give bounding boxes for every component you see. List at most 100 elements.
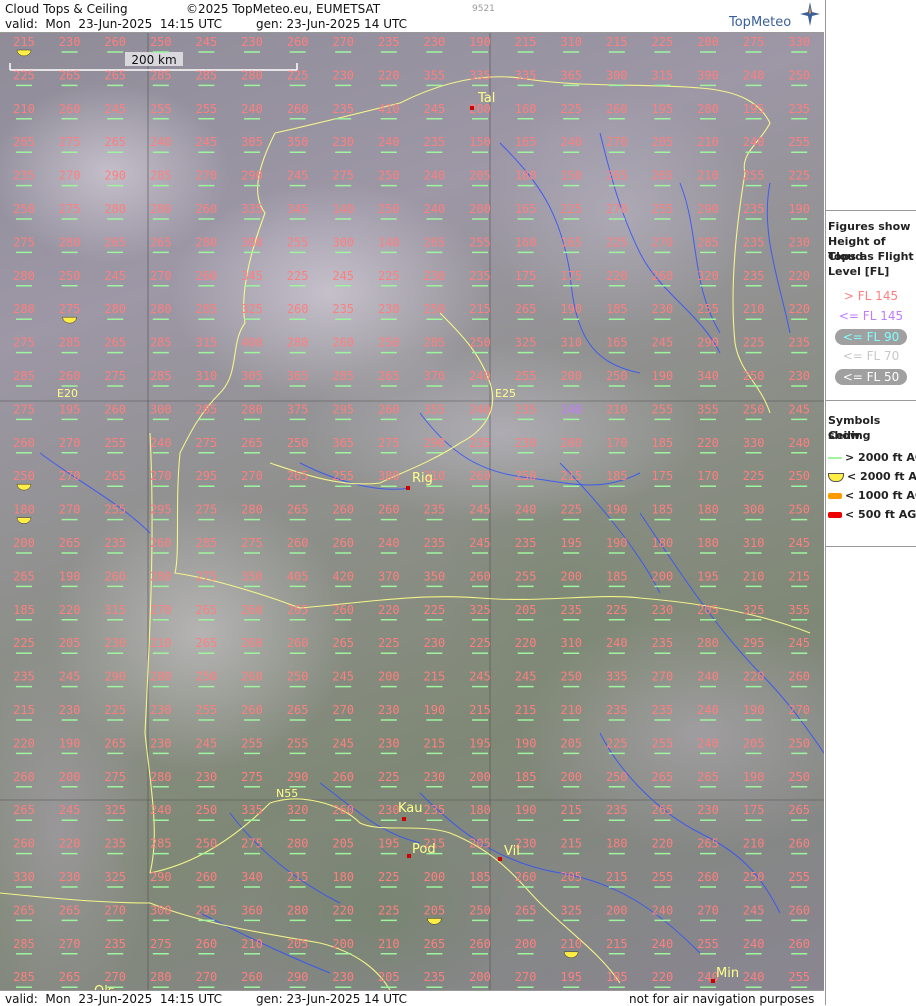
cloud-top-value: 215 [606, 35, 628, 49]
place-label: Vil [504, 844, 520, 859]
map-title: Cloud Tops & Ceiling [5, 2, 128, 16]
map-area[interactable]: 200 km 215 230 260 250 245 230 260 270 235 230 190… [0, 33, 824, 990]
cloud-top-value: 260 [13, 770, 35, 784]
cloud-top-value: 255 [788, 135, 810, 149]
cloud-top-value: 270 [59, 937, 81, 951]
cloud-top-value: 340 [697, 369, 719, 383]
cloud-top-value: 230 [332, 970, 354, 984]
cloud-top-value: 250 [788, 770, 810, 784]
cloud-top-value: 345 [241, 269, 263, 283]
topmeteo-logo[interactable]: TopMeteo [725, 2, 820, 30]
cloud-top-value: 190 [743, 770, 765, 784]
cloud-top-value: 255 [652, 202, 674, 216]
cloud-top-value: 255 [515, 569, 537, 583]
cloud-top-value: 215 [424, 736, 446, 750]
cloud-top-value: 250 [788, 503, 810, 517]
copyright-text: ©2025 TopMeteo.eu, EUMETSAT [186, 2, 381, 16]
cloud-top-value: 260 [196, 269, 218, 283]
cloud-top-value: 200 [13, 536, 35, 550]
cloud-top-value: 260 [13, 436, 35, 450]
cloud-top-value: 220 [378, 603, 400, 617]
cloud-top-value: 280 [104, 302, 126, 316]
cloud-top-value: 185 [606, 469, 628, 483]
cloud-top-value: 190 [424, 703, 446, 717]
cloud-top-value: 325 [560, 903, 582, 917]
cloud-top-value: 290 [424, 436, 446, 450]
fl-legend-item: > FL 145 [843, 289, 899, 303]
cloud-top-value: 195 [59, 402, 81, 416]
cloud-top-value: 300 [332, 235, 354, 249]
cloud-top-value: 285 [150, 336, 172, 350]
cloud-top-value: 225 [287, 68, 309, 82]
cloud-top-value: 390 [697, 68, 719, 82]
cloud-top-value: 225 [788, 169, 810, 183]
fl-legend-item: <= FL 70 [842, 349, 900, 363]
cloud-top-value: 265 [287, 703, 309, 717]
cloud-top-value: 275 [104, 369, 126, 383]
place-dot [711, 979, 715, 983]
ceiling-legend-item: < 2000 ft AGL [828, 470, 916, 483]
cloud-top-value: 210 [241, 937, 263, 951]
cloud-top-value: 235 [515, 402, 537, 416]
cloud-top-value: 260 [104, 569, 126, 583]
cloud-top-value: 365 [287, 369, 309, 383]
cloud-top-value: 285 [13, 937, 35, 951]
cloud-top-value: 215 [469, 302, 491, 316]
cloud-top-value: 290 [287, 770, 309, 784]
cloud-top-value: 245 [788, 636, 810, 650]
cloud-top-value: 315 [196, 336, 218, 350]
cloud-top-value: 265 [104, 736, 126, 750]
cloud-top-value: 375 [287, 402, 309, 416]
cloud-top-value: 245 [196, 736, 218, 750]
cloud-top-value: 250 [378, 202, 400, 216]
cloud-top-value: 270 [104, 970, 126, 984]
cloud-top-value: 210 [560, 937, 582, 951]
cloud-top-value: 260 [332, 803, 354, 817]
cloud-top-value: 190 [788, 202, 810, 216]
cloud-top-value: 250 [788, 736, 810, 750]
cloud-top-value: 225 [743, 336, 765, 350]
cloud-top-value: 140 [332, 202, 354, 216]
cloud-top-value: 190 [515, 736, 537, 750]
cloud-top-value: 280 [241, 402, 263, 416]
cloud-top-value: 225 [378, 903, 400, 917]
cloud-top-value: 250 [606, 770, 628, 784]
cloud-top-value: 250 [378, 169, 400, 183]
cloud-top-value: 230 [241, 35, 263, 49]
cloud-top-value: 280 [241, 503, 263, 517]
cloud-top-value: 235 [743, 269, 765, 283]
cloud-top-value: 255 [104, 436, 126, 450]
cloud-top-value: 285 [196, 536, 218, 550]
cloud-top-value: 245 [332, 736, 354, 750]
cloud-top-value: 255 [241, 736, 263, 750]
cloud-top-value: 215 [560, 469, 582, 483]
cloud-top-value: 280 [150, 569, 172, 583]
cloud-top-value: 270 [104, 903, 126, 917]
cloud-top-value: 225 [606, 736, 628, 750]
cloud-top-value: 275 [378, 436, 400, 450]
cloud-top-value: 180 [515, 169, 537, 183]
cloud-top-value: 250 [196, 837, 218, 851]
footer-valid-time: valid: Mon 23-Jun-2025 14:15 UTC [5, 992, 223, 1006]
cloud-top-value: 275 [241, 536, 263, 550]
cloud-top-value: 200 [560, 436, 582, 450]
cloud-top-value: 200 [378, 670, 400, 684]
cloud-top-value: 335 [241, 803, 263, 817]
cloud-top-value: 260 [104, 35, 126, 49]
cloud-top-value: 205 [652, 135, 674, 149]
place-label: Min [716, 966, 739, 981]
cloud-top-value: 250 [59, 269, 81, 283]
cloud-top-value: 325 [104, 870, 126, 884]
cloud-top-value: 265 [378, 369, 400, 383]
cloud-top-value: 225 [424, 603, 446, 617]
place-dot [406, 486, 410, 490]
cloud-top-value: 270 [150, 269, 172, 283]
ceiling-low-marker [563, 951, 579, 959]
cloud-top-value: 280 [697, 636, 719, 650]
cloud-top-value: 200 [332, 937, 354, 951]
cloud-top-value: 180 [606, 837, 628, 851]
cloud-top-value: 240 [378, 536, 400, 550]
cloud-top-value: 270 [515, 970, 537, 984]
cloud-top-value: 300 [150, 903, 172, 917]
cloud-top-value: 265 [13, 903, 35, 917]
